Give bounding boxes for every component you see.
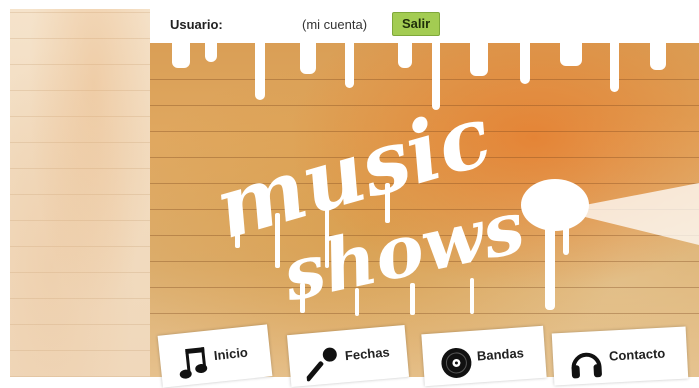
account-bar: Usuario: (mi cuenta) Salir [150, 9, 699, 43]
left-wall-panel [10, 9, 150, 377]
paint-drip [520, 40, 530, 84]
nav-label: Inicio [213, 344, 249, 364]
my-account-link[interactable]: (mi cuenta) [302, 17, 367, 32]
nav-label: Contacto [608, 345, 666, 364]
nav-bandas[interactable]: Bandas [421, 325, 547, 387]
paint-drip [172, 40, 190, 68]
paint-drip [398, 40, 412, 68]
paint-splat-decoration [521, 179, 699, 310]
user-label: Usuario: [170, 17, 223, 32]
paint-drip [300, 40, 316, 74]
music-note-icon [179, 347, 208, 379]
microphone-icon [305, 347, 337, 382]
paint-drip [345, 40, 354, 88]
paint-drip [205, 40, 217, 62]
paint-drip [610, 40, 619, 92]
vinyl-record-icon [441, 347, 472, 378]
paint-drip [470, 40, 488, 76]
top-white-strip [0, 0, 699, 9]
nav-label: Bandas [476, 345, 525, 364]
nav-inicio[interactable]: Inicio [157, 324, 273, 388]
nav-fechas[interactable]: Fechas [286, 324, 410, 388]
headphones-icon [571, 352, 602, 379]
paint-drip [560, 40, 582, 66]
paint-drip [650, 40, 666, 70]
logout-button[interactable]: Salir [392, 12, 441, 36]
nav-label: Fechas [344, 344, 391, 364]
music-shows-logo: music shows [205, 88, 531, 318]
